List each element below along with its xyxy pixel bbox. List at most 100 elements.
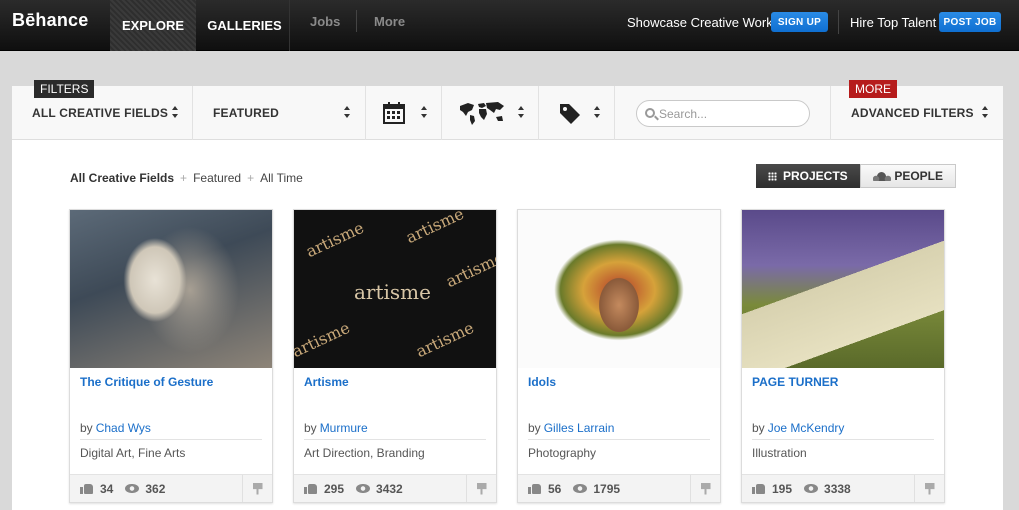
search-input[interactable]: Search... bbox=[636, 100, 810, 127]
project-stats: 195 3338 bbox=[742, 474, 944, 502]
hire-text: Hire Top Talent bbox=[850, 15, 937, 30]
nav-explore[interactable]: EXPLORE bbox=[110, 0, 196, 51]
owner-link[interactable]: Joe McKendry bbox=[768, 421, 845, 435]
views-eye-icon bbox=[573, 484, 588, 493]
project-stats: 56 1795 bbox=[518, 474, 720, 502]
card-divider bbox=[80, 439, 262, 440]
card-divider bbox=[752, 439, 934, 440]
project-title[interactable]: PAGE TURNER bbox=[752, 375, 838, 389]
world-map-icon bbox=[460, 102, 504, 125]
owner-link[interactable]: Chad Wys bbox=[96, 421, 151, 435]
post-job-button[interactable]: POST JOB bbox=[939, 12, 1001, 32]
collect-pin-icon bbox=[476, 482, 487, 495]
artisme-print: artisme bbox=[354, 280, 431, 304]
project-stats: 295 3432 bbox=[294, 474, 496, 502]
project-thumbnail[interactable]: artisme artisme artisme artisme artisme … bbox=[294, 210, 496, 368]
appreciate-thumb-icon bbox=[80, 483, 94, 494]
owner-link[interactable]: Murmure bbox=[320, 421, 368, 435]
breadcrumb-field[interactable]: All Creative Fields bbox=[70, 171, 174, 185]
project-card[interactable]: The Critique of Gesture by Chad Wys Digit… bbox=[69, 209, 273, 503]
artisme-cards-image: artisme artisme artisme artisme artisme … bbox=[294, 210, 496, 368]
collect-pin-icon bbox=[700, 482, 711, 495]
appreciation-count: 295 bbox=[324, 481, 345, 496]
appreciation-count: 34 bbox=[100, 481, 114, 496]
search-icon bbox=[645, 108, 655, 118]
view-toggle: PROJECTS PEOPLE bbox=[756, 164, 956, 188]
advanced-filters-label: ADVANCED FILTERS bbox=[851, 106, 974, 120]
top-navigation-bar: Bēhance EXPLORE GALLERIES Jobs More Show… bbox=[0, 0, 1019, 51]
card-divider bbox=[304, 439, 486, 440]
appreciation-count: 195 bbox=[772, 481, 793, 496]
views-eye-icon bbox=[804, 484, 819, 493]
project-stats: 34 362 bbox=[70, 474, 272, 502]
project-thumbnail[interactable] bbox=[518, 210, 720, 368]
appreciate-thumb-icon bbox=[752, 483, 766, 494]
projects-tab[interactable]: PROJECTS bbox=[756, 164, 860, 188]
view-count: 362 bbox=[145, 481, 166, 496]
view-count: 3432 bbox=[376, 481, 403, 496]
appreciate-thumb-icon bbox=[528, 483, 542, 494]
behance-logo[interactable]: Bēhance bbox=[12, 10, 88, 31]
collect-button[interactable] bbox=[914, 475, 944, 502]
appreciation-count: 56 bbox=[548, 481, 562, 496]
updown-arrow-icon bbox=[421, 106, 427, 118]
appreciate-thumb-icon bbox=[304, 483, 318, 494]
feathered-mask-image bbox=[518, 210, 720, 368]
sort-dropdown[interactable]: FEATURED bbox=[193, 86, 366, 140]
project-thumbnail[interactable] bbox=[742, 210, 944, 368]
project-title[interactable]: Idols bbox=[528, 375, 556, 389]
breadcrumb-separator: + bbox=[247, 171, 255, 185]
owner-link[interactable]: Gilles Larrain bbox=[544, 421, 615, 435]
view-count: 3338 bbox=[824, 481, 851, 496]
artisme-print: artisme bbox=[402, 210, 467, 248]
time-dropdown[interactable] bbox=[366, 86, 442, 140]
tags-dropdown[interactable] bbox=[539, 86, 615, 140]
project-card[interactable]: Idols by Gilles Larrain Photography 56 17… bbox=[517, 209, 721, 503]
breadcrumb-sort[interactable]: Featured bbox=[193, 171, 241, 185]
filters-tag: FILTERS bbox=[34, 80, 95, 98]
project-card[interactable]: PAGE TURNER by Joe McKendry Illustration … bbox=[741, 209, 945, 503]
project-fields: Digital Art, Fine Arts bbox=[80, 446, 186, 460]
people-tab-label: PEOPLE bbox=[894, 169, 943, 183]
search-placeholder: Search... bbox=[659, 106, 708, 121]
updown-arrow-icon bbox=[518, 106, 524, 118]
creative-fields-label: ALL CREATIVE FIELDS bbox=[32, 106, 169, 120]
project-title[interactable]: The Critique of Gesture bbox=[80, 375, 213, 389]
book-tent-illustration bbox=[742, 210, 944, 368]
by-label: by bbox=[528, 421, 541, 435]
sort-label: FEATURED bbox=[213, 106, 280, 120]
artisme-print: artisme bbox=[294, 317, 353, 362]
artisme-print: artisme bbox=[412, 317, 477, 362]
project-card[interactable]: artisme artisme artisme artisme artisme … bbox=[293, 209, 497, 503]
main-panel: ALL CREATIVE FIELDS FEATURED Search... A… bbox=[12, 80, 1003, 510]
project-title[interactable]: Artisme bbox=[304, 375, 349, 389]
collect-pin-icon bbox=[252, 482, 263, 495]
project-fields: Photography bbox=[528, 446, 597, 460]
collage-portrait-image bbox=[70, 210, 272, 368]
tag-icon bbox=[560, 104, 580, 124]
people-tab[interactable]: PEOPLE bbox=[860, 164, 956, 188]
showcase-text: Showcase Creative Work bbox=[627, 15, 773, 30]
location-dropdown[interactable] bbox=[442, 86, 539, 140]
project-owner: by Joe McKendry bbox=[752, 421, 844, 435]
filter-bar: ALL CREATIVE FIELDS FEATURED Search... A… bbox=[12, 80, 1003, 140]
by-label: by bbox=[80, 421, 93, 435]
project-fields: Illustration bbox=[752, 446, 807, 460]
project-owner: by Chad Wys bbox=[80, 421, 151, 435]
collect-button[interactable] bbox=[690, 475, 720, 502]
by-label: by bbox=[304, 421, 317, 435]
artisme-print: artisme bbox=[442, 247, 496, 292]
collect-button[interactable] bbox=[466, 475, 496, 502]
project-thumbnail[interactable] bbox=[70, 210, 272, 368]
breadcrumb: All Creative Fields + Featured + All Time bbox=[70, 171, 303, 185]
nav-more[interactable]: More bbox=[374, 14, 405, 29]
collect-button[interactable] bbox=[242, 475, 272, 502]
nav-galleries[interactable]: GALLERIES bbox=[200, 0, 290, 51]
updown-arrow-icon bbox=[172, 106, 178, 118]
sign-up-button[interactable]: SIGN UP bbox=[771, 12, 828, 32]
breadcrumb-time[interactable]: All Time bbox=[260, 171, 303, 185]
by-label: by bbox=[752, 421, 765, 435]
topbar-divider bbox=[838, 10, 839, 34]
updown-arrow-icon bbox=[594, 106, 600, 118]
nav-jobs[interactable]: Jobs bbox=[310, 14, 340, 29]
